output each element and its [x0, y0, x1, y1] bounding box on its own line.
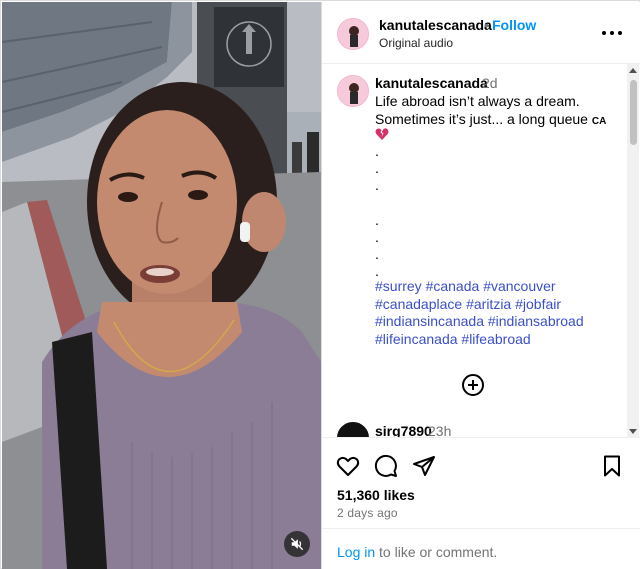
author-username[interactable]: kanutalescanada [379, 17, 492, 33]
caption-text: Life abroad isn’t always a dream. Someti… [375, 93, 615, 130]
muted-audio-icon [290, 537, 304, 551]
caption-avatar[interactable] [337, 75, 369, 107]
hashtag-link[interactable]: #vancouver [483, 278, 555, 294]
like-icon[interactable] [336, 454, 360, 478]
hashtag-link[interactable]: #indiansincanada [375, 313, 484, 329]
hashtag-link[interactable]: #indiansabroad [488, 313, 584, 329]
caption-line-1: Life abroad isn’t always a dream. [375, 93, 580, 109]
broken-heart-icon [375, 128, 389, 140]
author-avatar[interactable] [337, 18, 369, 50]
hashtag-link[interactable]: #aritzia [466, 296, 511, 312]
follow-button[interactable]: Follow [492, 17, 536, 33]
login-prompt-text: to like or comment. [375, 544, 498, 560]
header-separator: • [484, 17, 489, 33]
reel-video[interactable] [2, 2, 321, 569]
comment-icon[interactable] [374, 454, 398, 478]
hashtag-link[interactable]: #canada [426, 278, 480, 294]
commenter-avatar[interactable] [337, 422, 369, 437]
avatar-image [338, 76, 368, 106]
post-header: kanutalescanada • Follow Original audio [322, 2, 640, 64]
comments-list: kanutalescanada 2d Life abroad isn’t alw… [322, 65, 640, 438]
post-date[interactable]: 2 days ago [337, 506, 398, 520]
login-link[interactable]: Log in [337, 544, 375, 560]
share-icon[interactable] [412, 454, 436, 478]
more-options-icon[interactable] [600, 24, 624, 42]
caption-dot-line: . [375, 229, 379, 246]
login-prompt: Log in to like or comment. [322, 528, 640, 569]
scroll-thumb[interactable] [630, 80, 637, 145]
post-modal: kanutalescanada • Follow Original audio … [0, 0, 640, 569]
comments-scrollbar[interactable] [627, 64, 639, 438]
audio-label[interactable]: Original audio [379, 36, 453, 50]
comment-username[interactable]: sirg7890 [375, 423, 432, 437]
caption-dot-line [375, 195, 379, 212]
comment-time: 23h [428, 423, 452, 438]
mute-button[interactable] [284, 531, 310, 557]
scroll-down-arrow[interactable] [629, 429, 637, 434]
hashtag-link[interactable]: #canadaplace [375, 296, 462, 312]
caption-dot-line: . [375, 211, 379, 228]
hashtag-link[interactable]: #lifeabroad [461, 331, 530, 347]
caption-dot-line: . [375, 177, 379, 194]
avatar-image [338, 19, 368, 49]
caption-dots: ... .... [375, 143, 379, 281]
likes-count[interactable]: 51,360 likes [337, 487, 415, 503]
caption-dot-line: . [375, 143, 379, 159]
hashtag-link[interactable]: #jobfair [515, 296, 561, 312]
caption-dot-line: . [375, 160, 379, 177]
caption-time[interactable]: 2d [482, 75, 498, 91]
video-frame [2, 2, 321, 569]
caption-username[interactable]: kanutalescanada [375, 75, 488, 91]
action-bar [322, 450, 640, 484]
save-icon[interactable] [600, 454, 624, 478]
caption-line-2: Sometimes it’s just... a long queue CA [375, 110, 607, 127]
caption-dot-line: . [375, 246, 379, 263]
caption-hashtags: #surrey #canada #vancouver #canadaplace … [375, 278, 615, 348]
hashtag-link[interactable]: #lifeincanada [375, 331, 458, 347]
scroll-up-arrow[interactable] [629, 68, 637, 73]
hashtag-link[interactable]: #surrey [375, 278, 422, 294]
add-comment-icon[interactable] [461, 373, 485, 397]
flag-text: CA [591, 115, 607, 127]
post-side-panel: kanutalescanada • Follow Original audio … [321, 2, 640, 569]
